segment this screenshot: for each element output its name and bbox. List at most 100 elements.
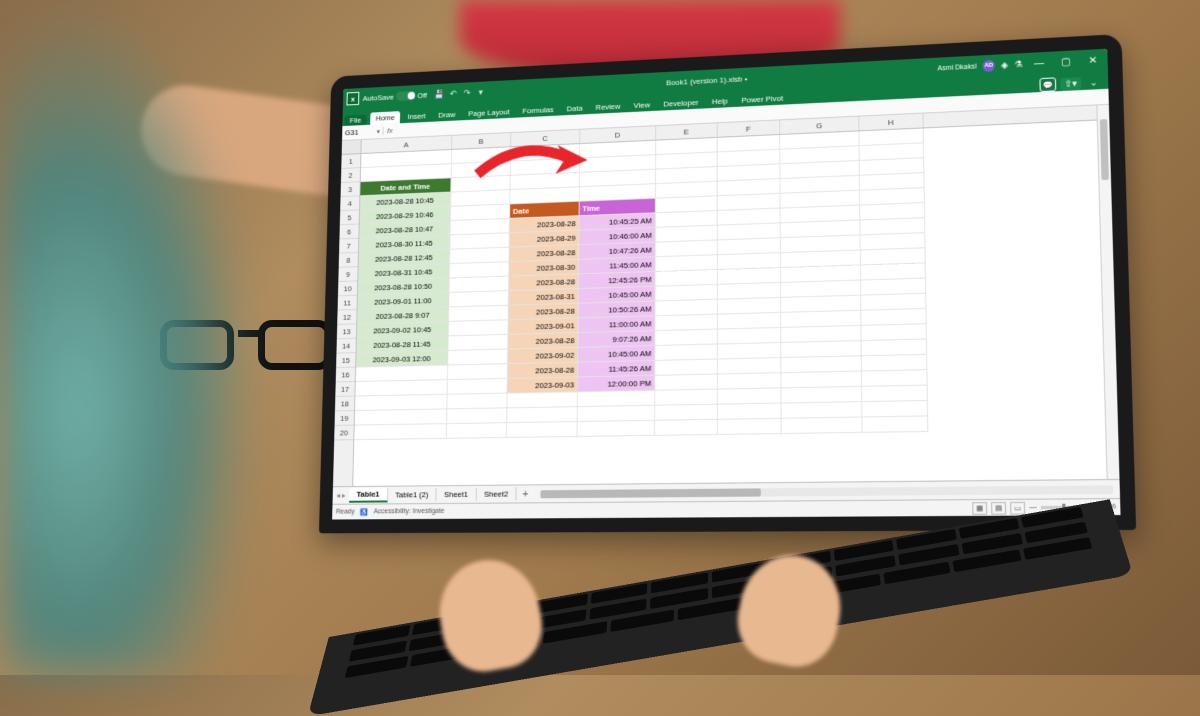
accessibility-icon[interactable]: ♿ [360, 508, 368, 516]
close-button[interactable]: ✕ [1082, 49, 1103, 72]
cell[interactable] [862, 370, 928, 387]
cell[interactable] [781, 372, 862, 389]
cell[interactable] [577, 421, 655, 437]
cell[interactable] [507, 422, 578, 438]
autosave-toggle[interactable]: AutoSave Off [363, 90, 427, 103]
flask-icon[interactable]: ⚗ [1014, 59, 1023, 70]
cell[interactable] [447, 408, 507, 424]
row-header-1[interactable]: 1 [341, 154, 360, 169]
maximize-button[interactable]: ▢ [1055, 50, 1076, 73]
view-normal-icon[interactable]: ▦ [972, 502, 987, 515]
sheet-tab-table1-2[interactable]: Table1 (2) [388, 488, 437, 501]
row-header-11[interactable]: 11 [338, 296, 357, 311]
cell[interactable] [781, 356, 862, 373]
cell[interactable] [655, 375, 718, 391]
cell[interactable] [781, 341, 862, 358]
cell[interactable] [718, 328, 781, 345]
cell[interactable] [448, 335, 508, 351]
toggle-off-icon[interactable] [396, 91, 416, 101]
cell[interactable] [861, 324, 926, 341]
cell[interactable]: 11:45:26 AM [578, 361, 655, 378]
row-header-18[interactable]: 18 [335, 397, 355, 412]
cell[interactable] [655, 420, 718, 436]
user-avatar[interactable]: AD [983, 60, 995, 72]
cell[interactable] [862, 416, 928, 432]
cell[interactable] [448, 379, 508, 395]
row-header-7[interactable]: 7 [339, 239, 358, 254]
cell[interactable] [449, 306, 509, 322]
user-name-label[interactable]: Asmi Dkaksl [937, 63, 976, 72]
select-all-corner[interactable] [342, 140, 361, 155]
minimize-button[interactable]: — [1028, 52, 1049, 75]
row-header-17[interactable]: 17 [335, 382, 354, 397]
sheet-nav-prev-icon[interactable]: ◂ [336, 491, 340, 500]
cell[interactable] [578, 406, 655, 422]
row-header-4[interactable]: 4 [340, 196, 359, 211]
undo-icon[interactable]: ↶ [448, 88, 459, 100]
cell[interactable] [861, 294, 926, 311]
cell[interactable] [718, 358, 782, 374]
cell[interactable] [578, 391, 655, 407]
comments-icon[interactable]: 💬 [1039, 77, 1056, 92]
share-button[interactable]: ⇧▾ [1060, 77, 1081, 91]
row-header-9[interactable]: 9 [338, 267, 357, 282]
cell[interactable] [355, 409, 448, 425]
cell[interactable] [448, 364, 508, 380]
diamond-icon[interactable]: ◈ [1001, 59, 1008, 70]
sheet-nav-next-icon[interactable]: ▸ [342, 491, 346, 500]
name-box[interactable]: G31▾ [342, 127, 383, 137]
add-sheet-button[interactable]: + [517, 488, 535, 500]
cell[interactable] [718, 313, 781, 330]
cell[interactable] [655, 344, 718, 360]
cell[interactable] [862, 401, 928, 417]
cell[interactable]: 2023-09-02 [508, 348, 578, 364]
cells-area[interactable]: Date and Time2023-08-28 10:452023-08-29 … [353, 121, 1106, 486]
cell[interactable] [354, 424, 447, 440]
cell[interactable]: 2023-08-28 [508, 333, 578, 349]
cell[interactable] [718, 343, 781, 360]
ribbon-collapse-icon[interactable]: ⌄ [1085, 75, 1102, 90]
column-header-b[interactable]: B [452, 133, 511, 149]
save-icon[interactable]: 💾 [434, 88, 445, 100]
cell[interactable] [447, 394, 507, 410]
row-header-15[interactable]: 15 [336, 353, 355, 368]
cell[interactable] [862, 340, 928, 357]
view-page-break-icon[interactable]: ▭ [1010, 501, 1025, 514]
row-header-3[interactable]: 3 [341, 182, 360, 197]
cell[interactable] [718, 388, 782, 404]
cell[interactable] [655, 330, 718, 346]
cell[interactable] [862, 355, 928, 372]
chevron-down-icon[interactable]: ▾ [377, 128, 380, 136]
cell[interactable] [355, 395, 448, 411]
sheet-tab-sheet1[interactable]: Sheet1 [437, 488, 477, 501]
cell[interactable] [718, 404, 782, 420]
row-header-20[interactable]: 20 [334, 426, 354, 441]
cell[interactable] [781, 387, 862, 404]
horizontal-scrollbar[interactable] [540, 485, 1113, 498]
fx-icon[interactable]: fx [383, 126, 396, 135]
accessibility-status[interactable]: Accessibility: Investigate [374, 508, 445, 515]
row-header-12[interactable]: 12 [337, 310, 356, 325]
redo-icon[interactable]: ↷ [461, 87, 472, 99]
qat-dropdown-icon[interactable]: ▾ [475, 86, 486, 98]
row-header-6[interactable]: 6 [339, 225, 358, 240]
row-header-13[interactable]: 13 [337, 324, 356, 339]
row-header-2[interactable]: 2 [341, 168, 360, 183]
spreadsheet-grid[interactable]: 1234567891011121314151617181920 ABCDEFGH… [333, 105, 1120, 486]
cell[interactable]: 2023-08-28 [508, 363, 578, 379]
cell[interactable] [718, 419, 782, 435]
cell[interactable] [782, 417, 863, 434]
cell[interactable] [782, 402, 863, 419]
sheet-tab-table1[interactable]: Table1 [349, 488, 388, 503]
cell[interactable] [655, 359, 718, 375]
row-header-19[interactable]: 19 [335, 411, 355, 426]
cell[interactable] [507, 392, 578, 408]
row-header-5[interactable]: 5 [340, 210, 359, 225]
row-header-14[interactable]: 14 [336, 339, 355, 354]
cell[interactable] [861, 309, 926, 326]
cell[interactable] [507, 407, 578, 423]
cell[interactable] [448, 349, 508, 365]
view-page-layout-icon[interactable]: ▤ [991, 501, 1006, 514]
cell[interactable] [655, 300, 717, 317]
cell[interactable]: 10:45:00 AM [578, 346, 655, 363]
